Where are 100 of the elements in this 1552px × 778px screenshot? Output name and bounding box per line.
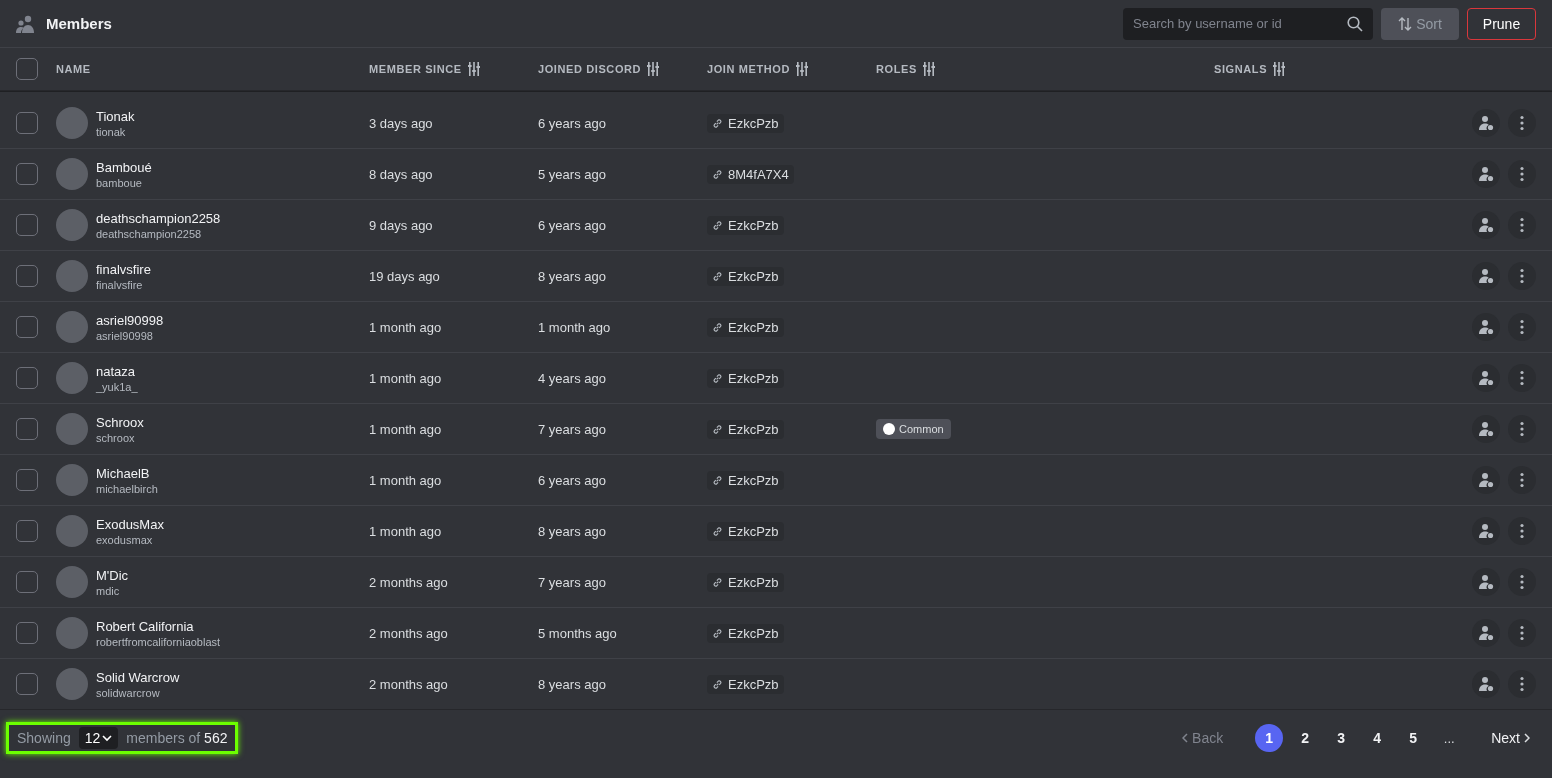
person-icon (1478, 574, 1494, 590)
page-button[interactable]: 4 (1363, 724, 1392, 752)
more-button[interactable] (1508, 415, 1536, 443)
avatar (56, 158, 88, 190)
pagination-ellipsis: ... (1442, 730, 1456, 746)
avatar (56, 260, 88, 292)
profile-button[interactable] (1472, 568, 1500, 596)
more-button[interactable] (1508, 313, 1536, 341)
profile-button[interactable] (1472, 109, 1500, 137)
profile-button[interactable] (1472, 466, 1500, 494)
link-icon (712, 168, 723, 180)
table-cell: 6 years ago (538, 115, 606, 131)
table-cell: 8 years ago (538, 676, 606, 692)
username: michaelbirch (96, 482, 158, 495)
back-button[interactable]: Back (1176, 729, 1230, 747)
sort-arrows-icon (1398, 16, 1413, 31)
chevron-left-icon (1182, 733, 1189, 743)
row-checkbox[interactable] (16, 622, 38, 644)
column-header[interactable]: ROLES (876, 63, 917, 75)
username: bamboue (96, 176, 143, 189)
next-button[interactable]: Next (1485, 729, 1536, 747)
username: finalvsfire (96, 278, 144, 291)
display-name: MichaelB (96, 465, 151, 481)
more-icon (1520, 319, 1524, 335)
username: deathschampion2258 (96, 227, 203, 240)
table-cell: 1 month ago (369, 421, 442, 437)
more-button[interactable] (1508, 466, 1536, 494)
link-icon (712, 270, 723, 282)
avatar (56, 311, 88, 343)
page-button[interactable]: 1 (1255, 724, 1284, 752)
invite-code: EzkcPzb (707, 674, 784, 694)
more-button[interactable] (1508, 568, 1536, 596)
row-checkbox[interactable] (16, 418, 38, 440)
row-checkbox[interactable] (16, 571, 38, 593)
more-button[interactable] (1508, 619, 1536, 647)
profile-button[interactable] (1472, 517, 1500, 545)
more-icon (1520, 523, 1524, 539)
row-checkbox[interactable] (16, 520, 38, 542)
invite-code: EzkcPzb (707, 623, 784, 643)
more-icon (1520, 268, 1524, 284)
column-header[interactable]: MEMBER SINCE (369, 63, 462, 75)
row-checkbox[interactable] (16, 265, 38, 287)
search-field[interactable]: Search by username or id (1123, 7, 1373, 40)
display-name: M'Dic (96, 567, 129, 583)
row-checkbox[interactable] (16, 163, 38, 185)
more-button[interactable] (1508, 517, 1536, 545)
row-checkbox[interactable] (16, 112, 38, 134)
table-cell: 2 months ago (369, 574, 448, 590)
avatar (56, 464, 88, 496)
person-icon (1478, 472, 1494, 488)
invite-code: EzkcPzb (707, 215, 784, 235)
display-name: Robert California (96, 618, 195, 634)
link-icon (712, 576, 723, 588)
column-header[interactable]: JOINED DISCORD (538, 63, 642, 75)
more-button[interactable] (1508, 262, 1536, 290)
invite-code: EzkcPzb (707, 113, 784, 133)
table-cell: 6 years ago (538, 472, 606, 488)
column-header[interactable]: SIGNALS (1214, 63, 1268, 75)
profile-button[interactable] (1472, 160, 1500, 188)
more-button[interactable] (1508, 670, 1536, 698)
page-size-dropdown[interactable]: 12 (78, 727, 119, 749)
invite-code: EzkcPzb (707, 470, 784, 490)
more-icon (1520, 676, 1524, 692)
link-icon (712, 627, 723, 639)
column-header[interactable]: JOIN METHOD (707, 63, 790, 75)
profile-button[interactable] (1472, 313, 1500, 341)
avatar (56, 209, 88, 241)
more-button[interactable] (1508, 211, 1536, 239)
profile-button[interactable] (1472, 211, 1500, 239)
page-button[interactable]: 2 (1291, 724, 1320, 752)
profile-button[interactable] (1472, 619, 1500, 647)
more-button[interactable] (1508, 160, 1536, 188)
table-cell: 1 month ago (369, 370, 442, 386)
row-checkbox[interactable] (16, 367, 38, 389)
more-button[interactable] (1508, 364, 1536, 392)
row-checkbox[interactable] (16, 316, 38, 338)
avatar (56, 668, 88, 700)
avatar (56, 362, 88, 394)
link-icon (712, 117, 723, 129)
table-cell: 7 years ago (538, 421, 606, 437)
more-button[interactable] (1508, 109, 1536, 137)
row-checkbox[interactable] (16, 214, 38, 236)
row-checkbox[interactable] (16, 673, 38, 695)
person-icon (1478, 217, 1494, 233)
more-icon (1520, 625, 1524, 641)
person-icon (1478, 370, 1494, 386)
table-cell: 5 years ago (538, 166, 606, 182)
prune-button[interactable]: Prune (1467, 7, 1536, 40)
profile-button[interactable] (1472, 415, 1500, 443)
display-name: finalvsfire (96, 261, 151, 277)
page-button[interactable]: 5 (1399, 724, 1428, 752)
row-checkbox[interactable] (16, 469, 38, 491)
column-header[interactable]: NAME (56, 63, 91, 75)
select-all-checkbox[interactable] (16, 58, 38, 80)
profile-button[interactable] (1472, 364, 1500, 392)
profile-button[interactable] (1472, 670, 1500, 698)
profile-button[interactable] (1472, 262, 1500, 290)
table-cell: 1 month ago (538, 319, 611, 335)
table-cell: 4 years ago (538, 370, 606, 386)
page-button[interactable]: 3 (1327, 724, 1356, 752)
